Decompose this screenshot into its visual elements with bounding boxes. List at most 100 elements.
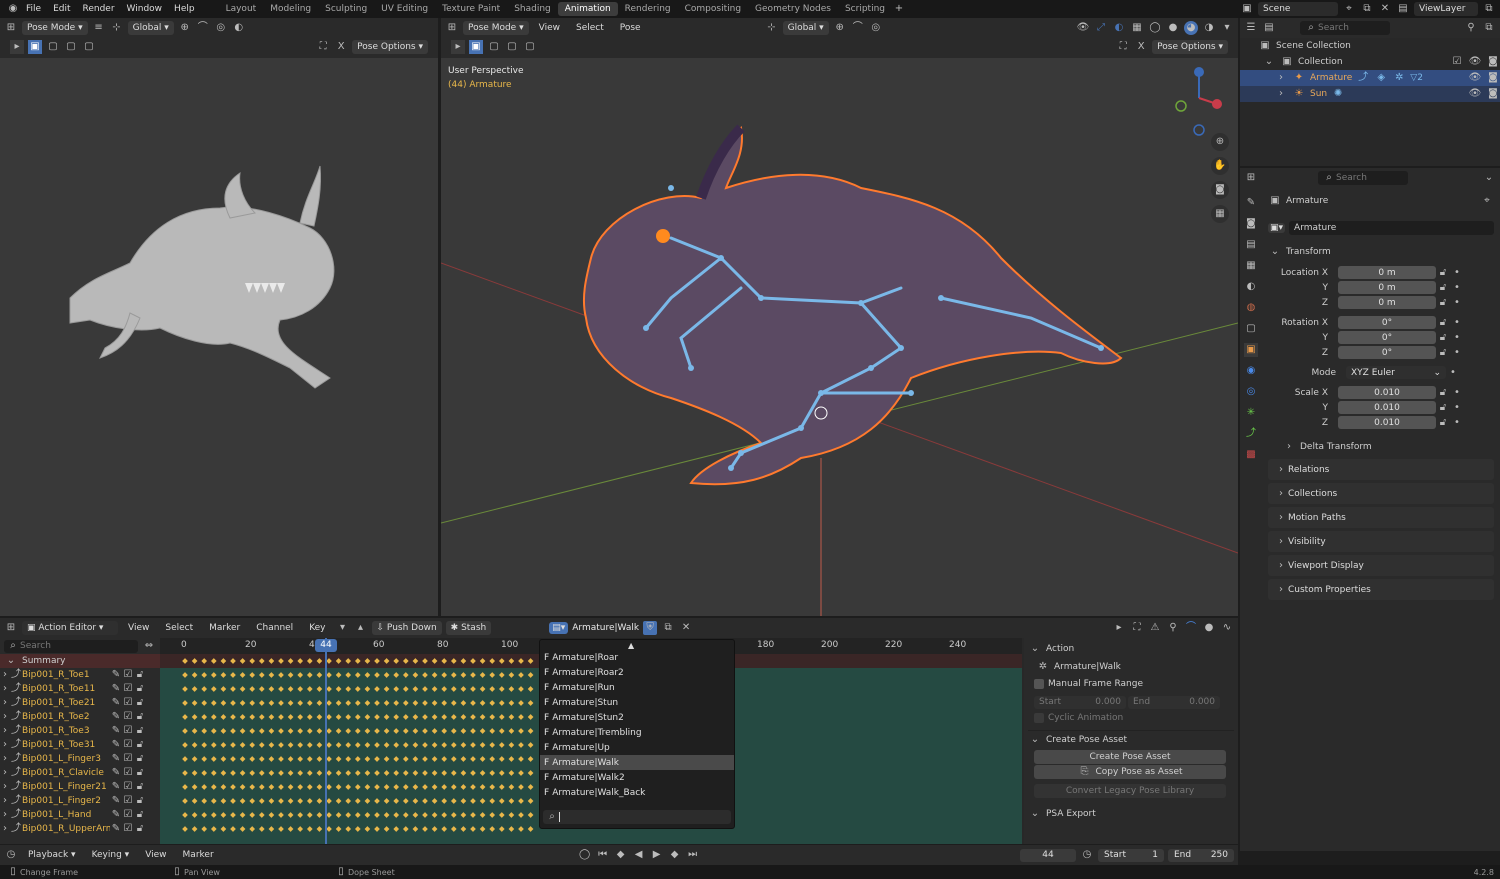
expand-icon[interactable]: › xyxy=(1274,71,1288,85)
keyframe[interactable] xyxy=(182,770,188,776)
keyframe[interactable] xyxy=(470,658,476,664)
keyframe[interactable] xyxy=(239,826,246,832)
keyframe[interactable] xyxy=(470,672,476,678)
keyframe[interactable] xyxy=(489,756,496,762)
keyframe-dot-icon[interactable]: • xyxy=(1450,416,1464,430)
keyframe[interactable] xyxy=(249,728,256,734)
keyframe[interactable] xyxy=(287,714,294,720)
keyframe[interactable] xyxy=(383,798,390,804)
keyframe[interactable] xyxy=(182,658,188,664)
left-mode-dropdown[interactable]: Pose Mode ▾ xyxy=(22,21,88,35)
keyframe[interactable] xyxy=(182,826,188,832)
keyframe[interactable] xyxy=(230,658,236,664)
keyframe[interactable] xyxy=(306,672,313,678)
keyframe[interactable] xyxy=(220,812,227,818)
keyframe[interactable] xyxy=(335,784,342,790)
keyframe[interactable] xyxy=(460,770,467,776)
keyframe[interactable] xyxy=(306,798,313,804)
tab-sculpting[interactable]: Sculpting xyxy=(318,2,374,16)
channel-expand-icon[interactable]: › xyxy=(0,780,10,794)
keyframe[interactable] xyxy=(450,700,457,706)
keyframe[interactable] xyxy=(268,756,275,762)
location-y-field[interactable]: 0 m xyxy=(1338,281,1436,294)
action-dropdown-item[interactable]: F Armature|Roar2 xyxy=(540,665,734,680)
keyframe[interactable] xyxy=(191,672,198,678)
keyframe[interactable] xyxy=(297,742,304,748)
keyframe[interactable] xyxy=(345,784,352,790)
keyframe[interactable] xyxy=(287,784,294,790)
gizmo-y-axis[interactable] xyxy=(1175,100,1187,112)
keyframe[interactable] xyxy=(287,728,294,734)
keyframe[interactable] xyxy=(278,672,284,678)
keyframe[interactable] xyxy=(479,826,486,832)
keyframe[interactable] xyxy=(508,784,515,790)
keyframe[interactable] xyxy=(278,714,284,720)
collections-panel[interactable]: › Collections xyxy=(1268,483,1494,504)
keyframe[interactable] xyxy=(258,812,265,818)
keyframe[interactable] xyxy=(422,658,428,664)
pin-icon[interactable]: ⌖ xyxy=(1342,2,1356,16)
keyframe[interactable] xyxy=(345,798,352,804)
proportional-icon[interactable]: ◎ xyxy=(869,21,883,35)
rotation-y-field[interactable]: 0° xyxy=(1338,331,1436,344)
armature-camera-icon[interactable]: ◙ xyxy=(1486,71,1500,85)
keyframe[interactable] xyxy=(460,672,467,678)
pivot-icon[interactable]: ⊕ xyxy=(178,21,192,35)
keyframe[interactable] xyxy=(498,812,505,818)
keyframe[interactable] xyxy=(278,770,284,776)
keyframe[interactable] xyxy=(316,826,323,832)
channel-lock-icon[interactable]: 🔓︎ xyxy=(134,808,146,822)
channel-expand-icon[interactable]: › xyxy=(0,822,10,836)
channel-lock-icon[interactable]: 🔓︎ xyxy=(134,710,146,724)
keyframe[interactable] xyxy=(383,700,390,706)
snap-icon[interactable]: ⌒ xyxy=(1184,621,1198,635)
keyframe[interactable] xyxy=(431,756,438,762)
select-cursor-icon[interactable]: ▸ xyxy=(1112,621,1126,635)
rotation-z-field[interactable]: 0° xyxy=(1338,346,1436,359)
keyframe[interactable] xyxy=(220,686,227,692)
keyframe[interactable] xyxy=(201,658,208,664)
keyframe-dot-icon[interactable]: • xyxy=(1450,346,1464,360)
keyframe[interactable] xyxy=(326,672,332,678)
keyframe[interactable] xyxy=(364,714,371,720)
keyframe[interactable] xyxy=(431,798,438,804)
keyframe[interactable] xyxy=(326,812,332,818)
keyframe[interactable] xyxy=(326,658,332,664)
keyframe[interactable] xyxy=(412,812,419,818)
keyframe[interactable] xyxy=(220,700,227,706)
select-subtract-icon[interactable]: ▢ xyxy=(505,40,519,54)
keyframe[interactable] xyxy=(498,700,505,706)
select-tool-icon[interactable]: ▸ xyxy=(451,40,465,54)
keyframe[interactable] xyxy=(239,728,246,734)
blender-logo-icon[interactable]: ◉ xyxy=(6,2,20,16)
collection-tab-icon[interactable]: ▢ xyxy=(1244,322,1258,336)
keyframe[interactable] xyxy=(441,742,448,748)
editor-type-icon[interactable]: ⊞ xyxy=(445,21,459,35)
swap-icon[interactable]: ⇔ xyxy=(142,639,156,653)
keyframe[interactable] xyxy=(383,784,390,790)
keyframe[interactable] xyxy=(422,686,428,692)
output-tab-icon[interactable]: ▤ xyxy=(1244,238,1258,252)
keyframe[interactable] xyxy=(191,798,198,804)
keyframe[interactable] xyxy=(402,700,409,706)
wrench-icon[interactable]: ✎ xyxy=(110,724,122,738)
keyframe[interactable] xyxy=(374,700,380,706)
new-collection-icon[interactable]: ⧉ xyxy=(1482,21,1496,35)
keyframe[interactable] xyxy=(441,686,448,692)
keyframe[interactable] xyxy=(278,784,284,790)
channel-lock-icon[interactable]: 🔓︎ xyxy=(134,738,146,752)
rotation-mode-dropdown[interactable]: XYZ Euler ⌄ xyxy=(1346,366,1446,379)
keyframe[interactable] xyxy=(230,812,236,818)
keyframe[interactable] xyxy=(498,742,505,748)
keyframe[interactable] xyxy=(470,714,476,720)
keyframe[interactable] xyxy=(239,672,246,678)
select-tool-icon[interactable]: ▸ xyxy=(10,40,24,54)
keyframe[interactable] xyxy=(489,798,496,804)
keyframe[interactable] xyxy=(220,658,227,664)
keyframe[interactable] xyxy=(326,798,332,804)
keyframe[interactable] xyxy=(450,658,457,664)
keyframe[interactable] xyxy=(316,728,323,734)
tab-rendering[interactable]: Rendering xyxy=(618,2,678,16)
action-dropdown-item[interactable]: F Armature|Stun xyxy=(540,695,734,710)
channel-lock-icon[interactable]: 🔓︎ xyxy=(134,696,146,710)
